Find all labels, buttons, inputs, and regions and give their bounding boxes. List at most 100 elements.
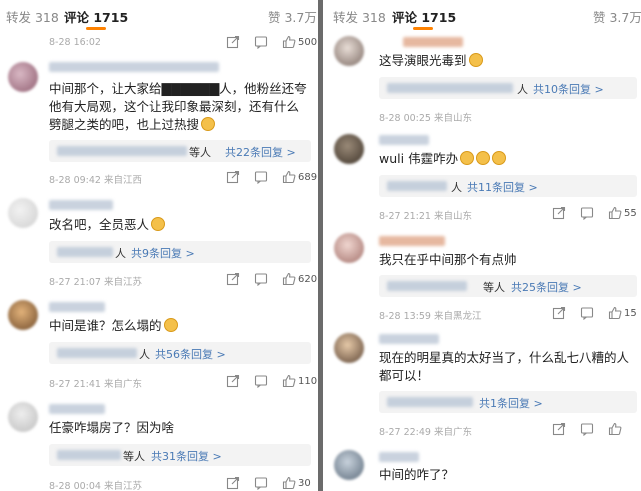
like-icon[interactable] xyxy=(282,170,296,184)
comment-time: 8-28 13:59 来自黑龙江 xyxy=(379,311,482,322)
share-icon[interactable] xyxy=(226,374,240,388)
like-icon[interactable] xyxy=(608,206,622,220)
username[interactable] xyxy=(49,404,105,414)
comment-icon[interactable] xyxy=(580,206,594,220)
avatar[interactable] xyxy=(8,300,38,330)
reply-box[interactable]: 共1条回复 > xyxy=(379,391,637,413)
username[interactable] xyxy=(379,236,445,246)
share-icon[interactable] xyxy=(226,476,240,490)
share-icon[interactable] xyxy=(552,422,566,436)
comment-time: 8-28 16:02 xyxy=(49,37,101,48)
emoji-icon xyxy=(492,151,507,165)
like-icon[interactable] xyxy=(282,374,296,388)
tab-comments[interactable]: 评论 1715 xyxy=(392,7,456,26)
like-icon[interactable] xyxy=(282,272,296,286)
emoji-icon xyxy=(468,53,483,67)
username[interactable] xyxy=(49,62,219,72)
like-count: 689 xyxy=(298,171,318,183)
comment-text: 这导演眼光毒到 xyxy=(379,52,637,70)
comment-text: 中间的咋了？ xyxy=(379,467,455,482)
reply-box[interactable]: 人 共11条回复 > xyxy=(379,175,637,197)
reply-count-link[interactable]: 共31条回复 > xyxy=(151,448,222,464)
reply-box[interactable]: 等人 共25条回复 > xyxy=(379,275,637,297)
comment-icon[interactable] xyxy=(254,374,268,388)
like-count: 110 xyxy=(298,375,318,387)
share-icon[interactable] xyxy=(226,272,240,286)
comment-time: 8-27 21:41 来自广东 xyxy=(49,379,142,390)
comment-actions xyxy=(552,422,622,436)
like-icon[interactable] xyxy=(282,476,296,490)
avatar[interactable] xyxy=(334,233,364,263)
tab-repost[interactable]: 转发 318 xyxy=(333,7,386,26)
comment-actions: 689 xyxy=(226,170,317,184)
comment-actions: 110 xyxy=(226,374,317,388)
reply-box[interactable]: 等人 共31条回复 > xyxy=(49,444,311,466)
comment-icon[interactable] xyxy=(254,476,268,490)
comment-actions: 620 xyxy=(226,272,317,286)
reply-users-suffix: 人 xyxy=(139,348,150,361)
comment-actions: 15 xyxy=(552,306,637,320)
tab-comments[interactable]: 评论 1715 xyxy=(64,7,128,26)
tab-active-indicator xyxy=(86,27,106,30)
tab-repost[interactable]: 转发 318 xyxy=(6,7,59,26)
reply-count-link[interactable]: 共10条回复 > xyxy=(533,81,604,97)
avatar[interactable] xyxy=(8,402,38,432)
share-icon[interactable] xyxy=(552,206,566,220)
tab-likes[interactable]: 赞 3.7万 xyxy=(593,7,641,26)
right-screenshot-panel: 转发 318 评论 1715 赞 3.7万 这导演眼光毒到 人 共10条回复 >… xyxy=(323,0,641,491)
reply-users-suffix: 等人 xyxy=(189,146,211,159)
left-screenshot-panel: 转发 318 评论 1715 赞 3.7万 8-28 16:02 500 中间那… xyxy=(0,0,318,491)
reply-count-link[interactable]: 共25条回复 > xyxy=(511,279,582,295)
avatar[interactable] xyxy=(334,36,364,66)
reply-box[interactable]: 人 共56条回复 > xyxy=(49,342,311,364)
share-icon[interactable] xyxy=(552,306,566,320)
comment-icon[interactable] xyxy=(580,306,594,320)
reply-box[interactable]: 人 共10条回复 > xyxy=(379,77,637,99)
comment-icon[interactable] xyxy=(254,35,268,49)
reply-count-link[interactable]: 共1条回复 > xyxy=(479,395,543,411)
username[interactable] xyxy=(379,452,419,462)
reply-users-suffix: 等人 xyxy=(123,450,145,463)
emoji-icon xyxy=(476,151,491,165)
username[interactable] xyxy=(49,200,113,210)
comment-icon[interactable] xyxy=(254,170,268,184)
comment-text: wuli 伟霆咋办 xyxy=(379,150,637,168)
username[interactable] xyxy=(379,135,429,145)
reply-count-link[interactable]: 共22条回复 > xyxy=(225,144,296,160)
like-count: 55 xyxy=(624,207,637,219)
share-icon[interactable] xyxy=(226,170,240,184)
comment-actions: 500 xyxy=(226,35,317,49)
reply-box[interactable]: 人 共9条回复 > xyxy=(49,241,311,263)
like-icon[interactable] xyxy=(608,306,622,320)
username[interactable] xyxy=(379,334,439,344)
avatar[interactable] xyxy=(8,62,38,92)
username[interactable] xyxy=(403,37,463,47)
comment-time: 8-27 21:21 来自山东 xyxy=(379,211,472,222)
like-count: 30 xyxy=(298,477,311,489)
comment-text: 现在的明星真的太好当了，什么乱七八糟的人都可以！ xyxy=(379,350,630,383)
emoji-icon xyxy=(460,151,475,165)
comment-text: 中间那个，让大家给▇▇▇▇▇▇人，他粉丝还夸他有大局观，这个让我印象最深刻，还有… xyxy=(49,81,307,132)
comment-time: 8-27 21:07 来自江苏 xyxy=(49,277,142,288)
like-count: 620 xyxy=(298,273,318,285)
emoji-icon xyxy=(163,318,178,332)
reply-users-suffix: 等人 xyxy=(483,281,505,294)
like-icon[interactable] xyxy=(282,35,296,49)
avatar[interactable] xyxy=(334,450,364,480)
avatar[interactable] xyxy=(334,134,364,164)
comment-text: 改名吧，全员恶人 xyxy=(49,216,311,234)
share-icon[interactable] xyxy=(226,35,240,49)
tab-likes[interactable]: 赞 3.7万 xyxy=(268,7,317,26)
comment-time: 8-28 09:42 来自江西 xyxy=(49,175,142,186)
avatar[interactable] xyxy=(8,198,38,228)
reply-count-link[interactable]: 共56条回复 > xyxy=(155,346,226,362)
like-icon[interactable] xyxy=(608,422,622,436)
comment-icon[interactable] xyxy=(580,422,594,436)
reply-count-link[interactable]: 共11条回复 > xyxy=(467,179,538,195)
reply-count-link[interactable]: 共9条回复 > xyxy=(131,245,195,261)
reply-box[interactable]: 等人 共22条回复 > xyxy=(49,140,311,162)
comment-text: 任豪咋塌房了？因为啥 xyxy=(49,420,175,435)
username[interactable] xyxy=(49,302,105,312)
avatar[interactable] xyxy=(334,333,364,363)
comment-icon[interactable] xyxy=(254,272,268,286)
